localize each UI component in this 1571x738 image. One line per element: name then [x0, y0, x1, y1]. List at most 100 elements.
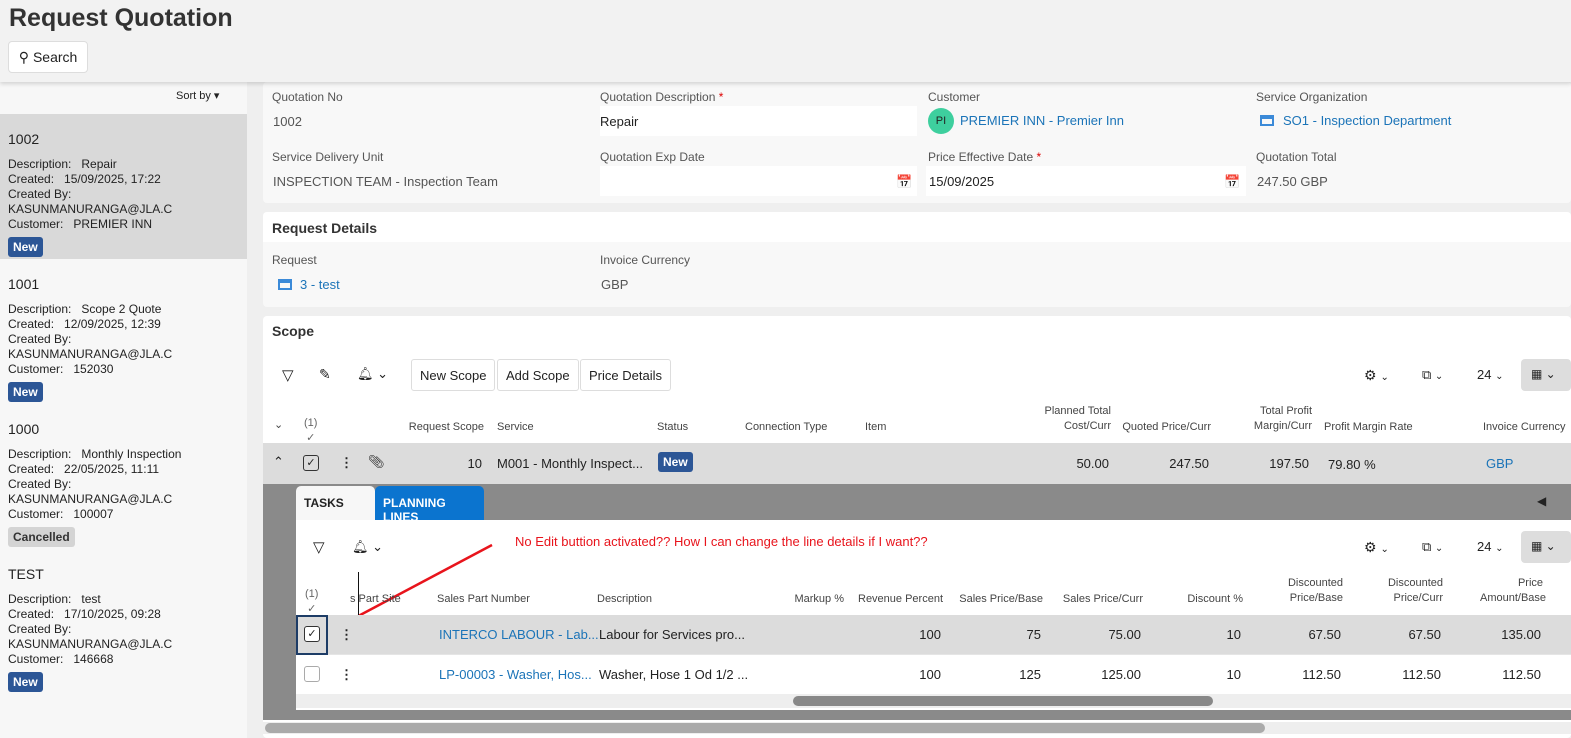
- col-profit-margin[interactable]: Total Profit Margin/Curr: [1230, 404, 1312, 434]
- card-customer: Customer: PREMIER INN: [8, 217, 153, 231]
- quotation-card[interactable]: 1002 Description: Repair Created: 15/09/…: [0, 114, 247, 259]
- col-sales-price-base[interactable]: Sales Price/Base: [950, 592, 1043, 607]
- sort-label: Sort by: [176, 90, 211, 102]
- card-description: Description: Monthly Inspection: [8, 447, 182, 461]
- page-title: Request Quotation: [9, 4, 233, 32]
- col-part-site[interactable]: s Part Site: [350, 592, 401, 607]
- cell-discount: 10: [1226, 667, 1241, 682]
- status-badge: New: [8, 672, 43, 692]
- quotation-card[interactable]: 1000 Description: Monthly Inspection Cre…: [0, 404, 247, 549]
- page-size-select[interactable]: 24 ⌄: [1477, 539, 1503, 554]
- tab-planning-lines[interactable]: PLANNING LINES: [375, 486, 484, 524]
- col-invoice-currency[interactable]: Invoice Currency: [1483, 420, 1566, 435]
- customer-link[interactable]: PREMIER INN - Premier Inn: [960, 113, 1124, 128]
- row-menu-icon[interactable]: ⋮: [340, 455, 353, 471]
- price-date-input[interactable]: 15/09/2025: [926, 166, 1246, 196]
- card-created: Created: 12/09/2025, 12:39: [8, 317, 161, 331]
- row-checkbox[interactable]: ✓: [304, 626, 320, 642]
- cell-disc-base: 112.50: [1302, 667, 1341, 682]
- bell-icon[interactable]: 🔔︎ ⌄: [357, 366, 388, 382]
- col-discounted-price-base[interactable]: Discounted Price/Base: [1280, 576, 1343, 606]
- tab-tasks[interactable]: TASKS: [296, 486, 375, 520]
- search-label: Search: [32, 49, 78, 65]
- col-sales-price-curr[interactable]: Sales Price/Curr: [1050, 592, 1143, 607]
- exp-date-input[interactable]: [600, 166, 917, 196]
- export-icon[interactable]: ⧉ ⌄: [1422, 367, 1443, 383]
- attachment-icon[interactable]: 📎︎: [368, 454, 385, 470]
- scroll-left-icon[interactable]: ◀: [1537, 494, 1546, 508]
- row-checkbox[interactable]: [304, 666, 320, 682]
- col-planned-cost[interactable]: Planned Total Cost/Curr: [1020, 404, 1111, 434]
- col-connection-type[interactable]: Connection Type: [745, 420, 827, 435]
- quotation-card[interactable]: 1001 Description: Scope 2 Quote Created:…: [0, 259, 247, 404]
- settings-icon[interactable]: ⚙ ⌄: [1364, 367, 1389, 384]
- sort-by-button[interactable]: Sort by ▾: [176, 89, 219, 102]
- calendar-icon[interactable]: 📅: [896, 174, 912, 190]
- card-created-by: Created By: KASUNMANURANGA@JLA.C: [8, 332, 173, 361]
- cell-description: Labour for Services pro...: [599, 627, 745, 642]
- card-created-by: Created By: KASUNMANURANGA@JLA.C: [8, 187, 173, 216]
- cell-sales-part-link[interactable]: INTERCO LABOUR - Lab...: [439, 627, 599, 642]
- filter-icon[interactable]: ▽: [282, 366, 294, 384]
- card-created-by: Created By: KASUNMANURANGA@JLA.C: [8, 622, 173, 651]
- col-price-amount-base[interactable]: Price Amount/Base: [1480, 576, 1546, 606]
- horizontal-scrollbar[interactable]: [263, 722, 1571, 734]
- card-description: Description: test: [8, 592, 101, 606]
- customer-label: Customer: [928, 90, 981, 104]
- scope-title: Scope: [272, 323, 315, 339]
- card-number: 1001: [8, 276, 40, 292]
- col-item[interactable]: Item: [865, 420, 886, 435]
- col-revenue-percent[interactable]: Revenue Percent: [850, 592, 943, 607]
- selected-count: (1) ✓: [305, 588, 319, 615]
- add-scope-button[interactable]: Add Scope: [497, 359, 579, 391]
- export-icon[interactable]: ⧉ ⌄: [1422, 539, 1443, 555]
- col-status[interactable]: Status: [657, 420, 688, 435]
- col-markup[interactable]: Markup %: [760, 592, 844, 607]
- request-link[interactable]: 3 - test: [300, 277, 340, 292]
- card-number: TEST: [8, 566, 44, 582]
- currency-value: GBP: [601, 277, 629, 292]
- edit-icon[interactable]: ✎: [319, 366, 331, 383]
- row-menu-icon[interactable]: ⋮: [340, 627, 353, 643]
- new-scope-button[interactable]: New Scope: [411, 359, 496, 391]
- cell-price-base: 75: [1026, 627, 1041, 642]
- search-button[interactable]: ⚲ Search: [8, 41, 88, 73]
- quotation-card[interactable]: TEST Description: test Created: 17/10/20…: [0, 549, 247, 694]
- cell-currency-link[interactable]: GBP: [1486, 456, 1513, 471]
- page-size-select[interactable]: 24 ⌄: [1477, 367, 1503, 382]
- row-checkbox[interactable]: ✓: [303, 455, 319, 471]
- card-created: Created: 17/10/2025, 09:28: [8, 607, 161, 621]
- col-service[interactable]: Service: [497, 420, 534, 435]
- cell-amount-base: 112.50: [1502, 667, 1541, 682]
- caret-down-icon: ▾: [213, 90, 220, 102]
- col-discounted-price-curr[interactable]: Discounted Price/Curr: [1380, 576, 1443, 606]
- price-details-button[interactable]: Price Details: [580, 359, 671, 391]
- collapse-row-icon[interactable]: ⌃: [273, 454, 284, 470]
- card-description: Description: Scope 2 Quote: [8, 302, 162, 316]
- settings-icon[interactable]: ⚙ ⌄: [1364, 539, 1389, 556]
- col-sales-part-number[interactable]: Sales Part Number: [437, 592, 530, 607]
- cell-request-scope: 10: [467, 456, 482, 471]
- record-icon: [278, 279, 292, 290]
- calendar-icon[interactable]: 📅: [1224, 174, 1240, 190]
- customer-avatar: PI: [928, 108, 954, 134]
- col-margin-rate[interactable]: Profit Margin Rate: [1324, 420, 1413, 435]
- status-badge: New: [8, 237, 43, 257]
- row-menu-icon[interactable]: ⋮: [340, 667, 353, 683]
- col-discount[interactable]: Discount %: [1150, 592, 1243, 607]
- cell-price-base: 125: [1019, 667, 1041, 682]
- service-org-label: Service Organization: [1256, 90, 1368, 104]
- col-quoted-price[interactable]: Quoted Price/Curr: [1120, 420, 1211, 435]
- col-description[interactable]: Description: [597, 592, 652, 607]
- expand-all-icon[interactable]: ⌄: [274, 418, 283, 433]
- col-request-scope[interactable]: Request Scope: [400, 420, 484, 435]
- description-label: Quotation Description *: [600, 90, 724, 104]
- service-org-link[interactable]: SO1 - Inspection Department: [1283, 113, 1451, 128]
- cell-sales-part-link[interactable]: LP-00003 - Washer, Hos...: [439, 667, 592, 682]
- description-input[interactable]: Repair: [600, 106, 917, 136]
- cell-discount: 10: [1226, 627, 1241, 642]
- table-view-icon[interactable]: ▦ ⌄: [1521, 531, 1571, 563]
- cell-margin-rate: 79.80 %: [1328, 457, 1376, 472]
- horizontal-scrollbar[interactable]: [296, 694, 1571, 708]
- table-view-icon[interactable]: ▦ ⌄: [1521, 359, 1571, 391]
